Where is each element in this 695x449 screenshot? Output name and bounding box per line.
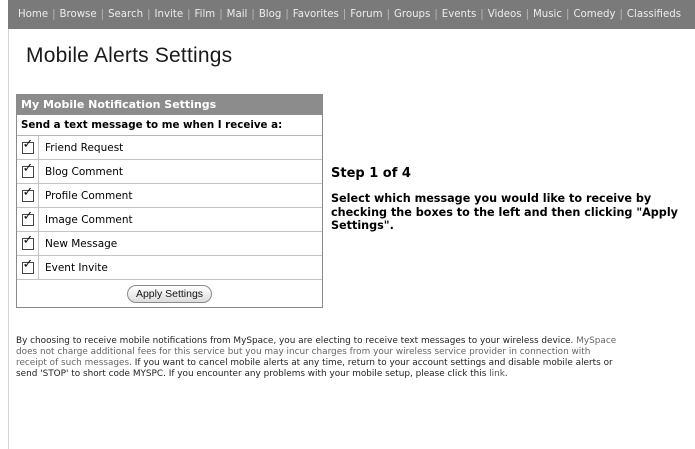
nav-separator: | [147, 9, 151, 20]
checkmark-icon: ✓ [22, 160, 34, 176]
checkmark-icon: ✓ [22, 208, 34, 224]
nav-invite[interactable]: Invite [155, 9, 184, 20]
page-left-border [8, 29, 9, 449]
option-row-friend-request: ✓ Friend Request [17, 136, 322, 160]
page-title: Mobile Alerts Settings [26, 44, 233, 67]
nav-videos[interactable]: Videos [488, 9, 522, 20]
step-indicator: Step 1 of 4 [331, 166, 411, 181]
image-comment-checkbox[interactable]: ✓ [21, 209, 34, 226]
top-nav: Home | Browse | Search | Invite | Film |… [8, 0, 695, 29]
disclaimer-line-4: send 'STOP' to short code MYSPC. If you … [16, 369, 487, 379]
nav-separator: | [386, 9, 390, 20]
blog-comment-checkbox[interactable]: ✓ [21, 161, 34, 178]
nav-mail[interactable]: Mail [227, 9, 248, 20]
nav-film[interactable]: Film [195, 9, 216, 20]
option-label: Image Comment [38, 207, 322, 232]
event-invite-checkbox[interactable]: ✓ [21, 257, 34, 274]
option-row-blog-comment: ✓ Blog Comment [17, 159, 322, 184]
nav-separator: | [480, 9, 484, 20]
disclaimer-line-1: By choosing to receive mobile notificati… [16, 336, 574, 346]
nav-separator: | [52, 9, 56, 20]
option-label: Event Invite [38, 255, 322, 280]
nav-music[interactable]: Music [533, 9, 562, 20]
nav-comedy[interactable]: Comedy [573, 9, 615, 20]
apply-settings-button[interactable]: Apply Settings [126, 284, 213, 303]
nav-favorites[interactable]: Favorites [293, 9, 339, 20]
nav-classifieds[interactable]: Classifieds [627, 9, 681, 20]
nav-groups[interactable]: Groups [394, 9, 430, 20]
checkmark-icon: ✓ [22, 232, 34, 248]
disclaimer-line-2: does not charge additional fees for this… [16, 347, 591, 357]
settings-box-subheader: Send a text message to me when I receive… [17, 115, 322, 136]
step-instructions: Select which message you would like to r… [331, 192, 678, 232]
checkmark-icon: ✓ [22, 136, 34, 152]
nav-separator: | [619, 9, 623, 20]
nav-separator: | [434, 9, 438, 20]
disclaimer-period: . [504, 369, 508, 379]
disclaimer-line-1-brand: MySpace [573, 336, 617, 346]
nav-separator: | [285, 9, 289, 20]
nav-separator: | [187, 9, 191, 20]
nav-separator: | [342, 9, 347, 20]
apply-button-row: Apply Settings [17, 280, 322, 307]
nav-browse[interactable]: Browse [60, 9, 97, 20]
profile-comment-checkbox[interactable]: ✓ [21, 185, 34, 202]
option-label: Blog Comment [38, 159, 322, 184]
settings-box-header: My Mobile Notification Settings [17, 95, 322, 115]
notification-settings-box: My Mobile Notification Settings Send a t… [16, 94, 323, 308]
option-label: New Message [38, 231, 322, 256]
option-row-event-invite: ✓ Event Invite [17, 255, 322, 280]
nav-search[interactable]: Search [108, 9, 143, 20]
disclaimer-line-3b: If you want to cancel mobile alerts at a… [131, 358, 613, 368]
friend-request-checkbox[interactable]: ✓ [21, 137, 34, 154]
disclaimer-line-3a: receipt of such messages. [16, 358, 132, 368]
nav-home[interactable]: Home [18, 9, 48, 20]
nav-events[interactable]: Events [442, 9, 477, 20]
new-message-checkbox[interactable]: ✓ [21, 233, 34, 250]
option-row-profile-comment: ✓ Profile Comment [17, 183, 322, 208]
nav-separator: | [525, 9, 529, 20]
checkmark-icon: ✓ [22, 184, 34, 200]
notification-options: ✓ Friend Request ✓ Blog Comment ✓ Profil… [17, 136, 322, 280]
nav-separator: | [100, 9, 105, 20]
nav-blog[interactable]: Blog [259, 9, 282, 20]
nav-separator: | [251, 9, 255, 20]
option-row-image-comment: ✓ Image Comment [17, 207, 322, 232]
disclaimer-text: By choosing to receive mobile notificati… [16, 336, 695, 380]
checkmark-icon: ✓ [22, 256, 34, 272]
nav-separator: | [219, 9, 223, 20]
option-row-new-message: ✓ New Message [17, 231, 322, 256]
option-label: Profile Comment [38, 183, 322, 208]
option-label: Friend Request [38, 136, 322, 160]
help-link[interactable]: link [489, 369, 505, 379]
nav-separator: | [566, 9, 570, 20]
nav-forum[interactable]: Forum [350, 9, 382, 20]
